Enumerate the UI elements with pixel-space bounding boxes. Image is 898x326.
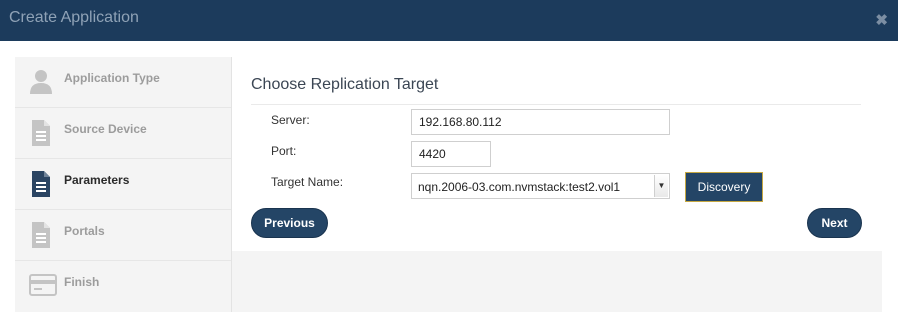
step-application-type[interactable]: Application Type [15,57,231,108]
discovery-button[interactable]: Discovery [685,172,763,202]
step-label: Portals [64,224,105,238]
step-label: Source Device [64,122,147,136]
previous-button[interactable]: Previous [251,208,328,238]
wizard-steps: Application Type Source Device Parameter [15,57,231,312]
server-label: Server: [271,113,310,127]
dialog-titlebar: Create Application ✖ [0,0,898,41]
port-input[interactable] [411,141,491,167]
step-label: Application Type [64,71,160,85]
target-name-value: nqn.2006-03.com.nvmstack:test2.vol1 [418,180,621,194]
document-icon [29,170,53,203]
target-name-select[interactable]: nqn.2006-03.com.nvmstack:test2.vol1 ▼ [411,173,670,199]
step-source-device[interactable]: Source Device [15,108,231,159]
step-label: Finish [64,275,100,289]
step-finish[interactable]: Finish [15,261,231,312]
target-name-label: Target Name: [271,175,344,189]
user-icon [29,68,53,99]
server-input[interactable] [411,109,670,135]
form-heading: Choose Replication Target [251,76,439,93]
port-label: Port: [271,144,297,158]
heading-divider [251,104,861,105]
step-portals[interactable]: Portals [15,210,231,261]
dropdown-arrow-icon[interactable]: ▼ [654,175,668,197]
close-icon[interactable]: ✖ [875,11,888,29]
dialog-title: Create Application [9,9,139,26]
step-parameters[interactable]: Parameters [15,159,231,210]
next-button[interactable]: Next [807,208,862,238]
step-label: Parameters [64,173,130,187]
document-icon [29,119,53,152]
document-icon [29,221,53,254]
credit-card-icon [29,272,57,303]
